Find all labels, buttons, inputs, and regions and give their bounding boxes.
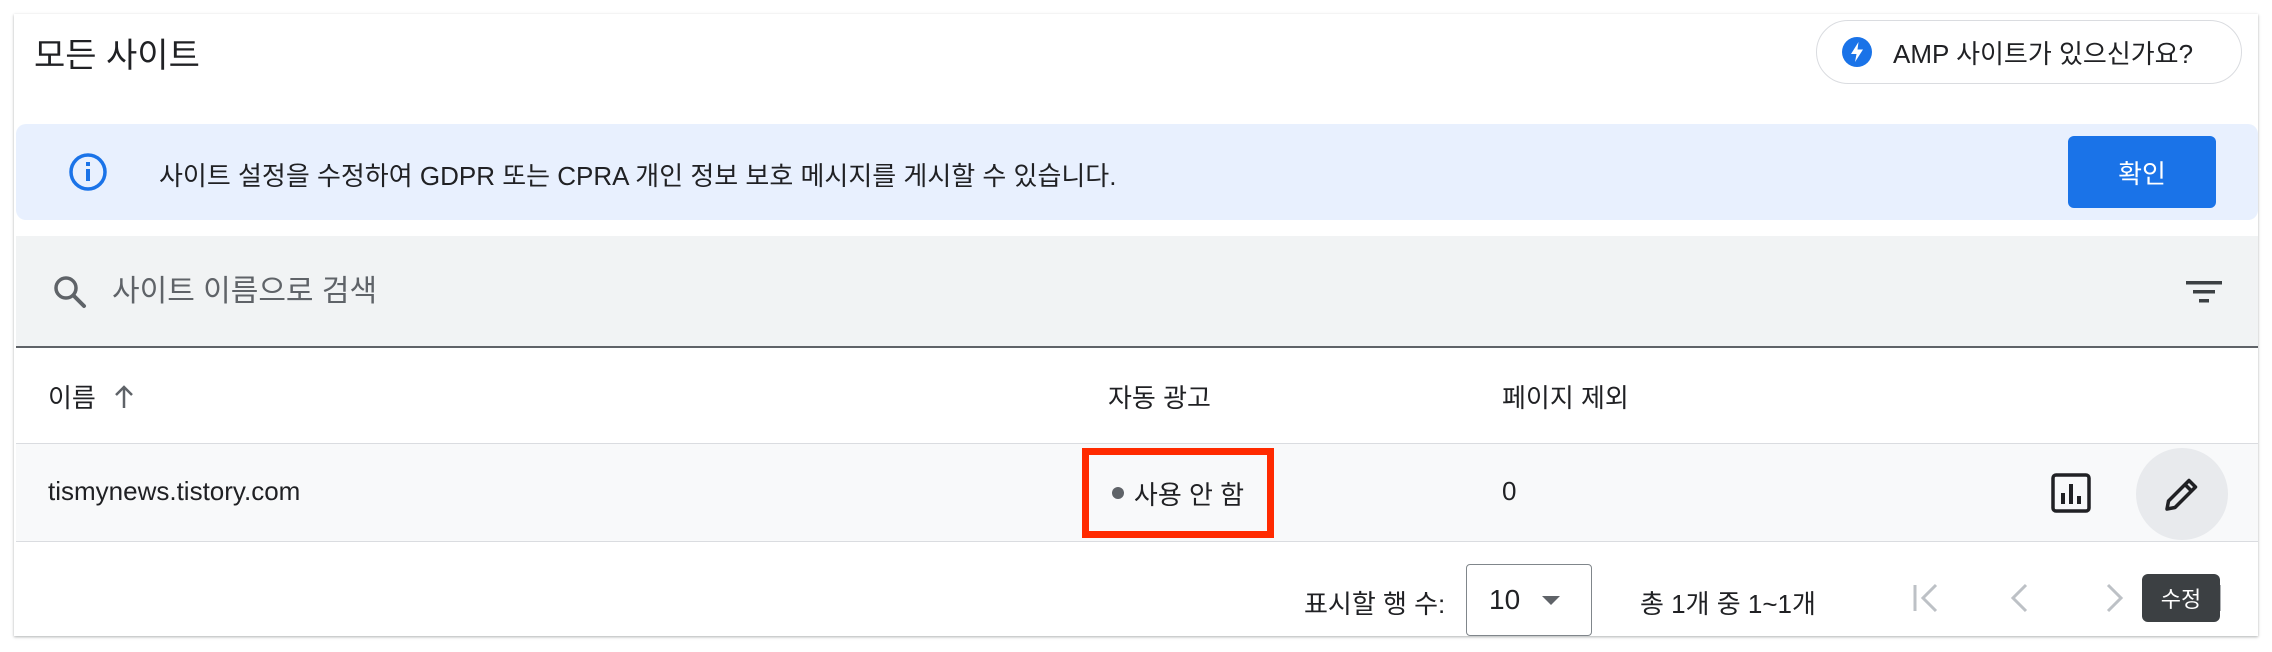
pencil-icon [2165,478,2198,511]
column-header-name[interactable]: 이름 [48,378,138,415]
column-header-page-exclusions[interactable]: 페이지 제외 [1502,378,1629,415]
confirm-button[interactable]: 확인 [2068,136,2216,208]
previous-page-icon[interactable] [2000,578,2040,618]
info-icon [68,152,108,192]
amp-chip-label: AMP 사이트가 있으신가요? [1893,38,2194,69]
table-row[interactable]: tismynews.tistory.com 사용 안 함 0 [16,444,2258,542]
search-input[interactable] [112,266,1612,318]
auto-ads-status: 사용 안 함 [1082,448,1274,538]
site-search-bar [16,236,2258,348]
pagination-range: 총 1개 중 1~1개 [1640,589,1816,619]
caret-down-icon [1542,595,1561,605]
arrow-up-icon [110,383,138,411]
search-icon [50,272,90,312]
auto-ads-status-text: 사용 안 함 [1133,479,1245,510]
banner-message: 사이트 설정을 수정하여 GDPR 또는 CPRA 개인 정보 보호 메시지를 … [159,161,1117,191]
table-header: 이름 자동 광고 페이지 제외 [16,348,2258,444]
column-header-auto-ads[interactable]: 자동 광고 [1108,378,1211,415]
site-name[interactable]: tismynews.tistory.com [48,476,300,507]
rows-per-page-select[interactable]: 10 [1466,564,1592,636]
rows-per-page-label: 표시할 행 수: [1304,589,1446,619]
amp-sites-chip[interactable]: AMP 사이트가 있으신가요? [1816,20,2242,84]
column-name-label: 이름 [48,383,96,413]
page-title: 모든 사이트 [34,37,200,75]
page-exclusions-count: 0 [1502,476,1517,506]
next-page-icon[interactable] [2094,578,2134,618]
status-dot-icon [1111,487,1124,499]
report-chart-icon[interactable] [2048,470,2094,516]
filter-icon[interactable] [2184,272,2224,312]
edit-button[interactable] [2136,448,2228,540]
lightning-bolt-icon [1841,36,1873,68]
rows-per-page-value: 10 [1489,584,1521,615]
edit-tooltip: 수정 [2142,574,2220,622]
first-page-icon[interactable] [1906,578,1946,618]
gdpr-info-banner: 사이트 설정을 수정하여 GDPR 또는 CPRA 개인 정보 보호 메시지를 … [16,124,2258,220]
